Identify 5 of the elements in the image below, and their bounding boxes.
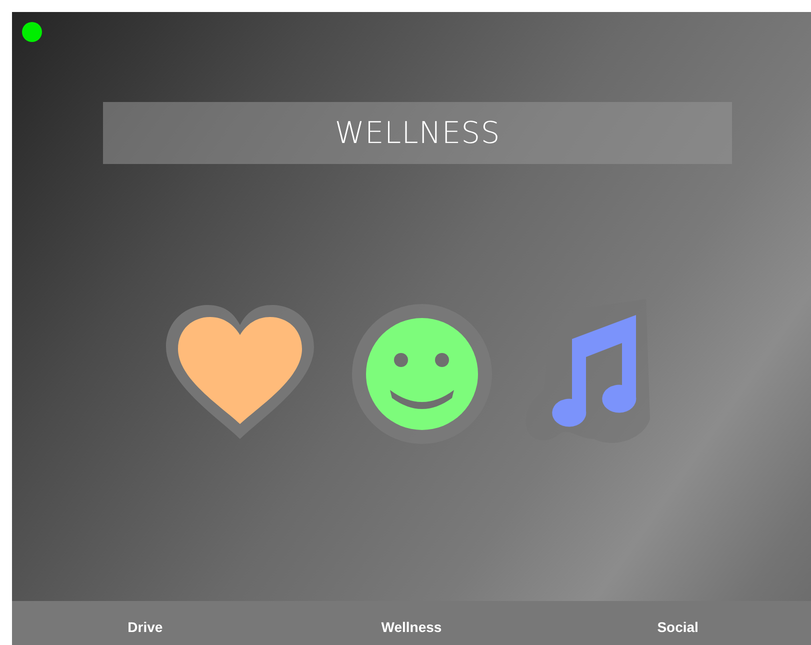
nav-tab[interactable]: Social [544, 601, 811, 645]
smiley-icon[interactable] [350, 302, 494, 446]
nav-tab[interactable]: Drive [12, 601, 278, 645]
nav-tab[interactable]: Wellness [278, 601, 545, 645]
title-banner: WELLNESS [103, 102, 732, 164]
